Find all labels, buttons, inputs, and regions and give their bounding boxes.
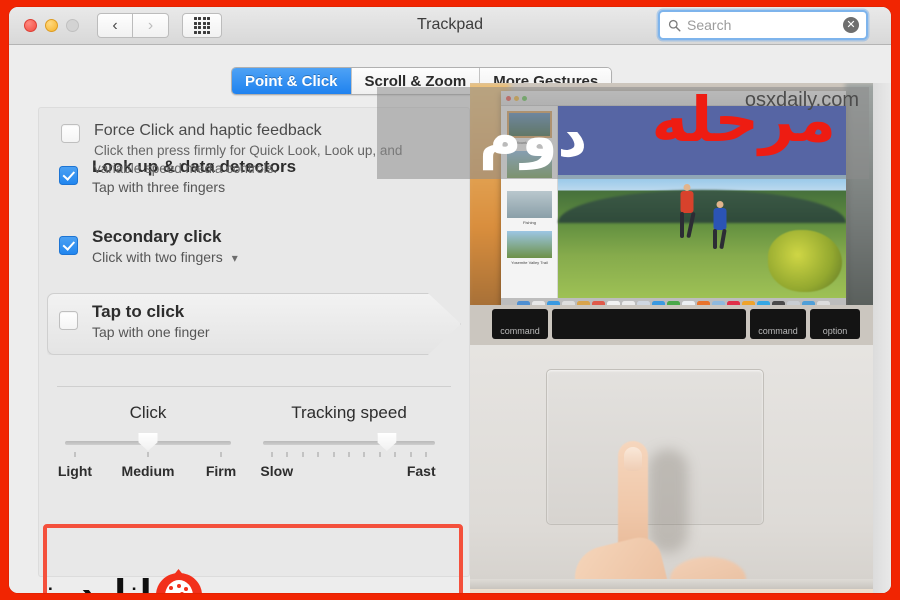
slider-label-medium: Medium [121, 463, 175, 479]
section-divider [57, 386, 451, 387]
option-secondary-click[interactable]: Secondary click Click with two fingers ▾ [59, 226, 238, 267]
key-command[interactable]: command [492, 309, 548, 339]
option-subtitle: Click then press firmly for Quick Look, … [94, 143, 403, 176]
hiker-adult [676, 184, 698, 244]
window-body: Point & Click Scroll & Zoom More Gesture… [9, 45, 891, 593]
search-field[interactable]: ✕ [658, 10, 868, 40]
slider-title: Tracking speed [291, 403, 407, 422]
option-subtitle: Tap with one finger [92, 324, 210, 340]
checkbox-secondary-click[interactable] [59, 236, 78, 255]
checkbox-force-click[interactable] [61, 124, 80, 143]
overlay-text-red: مرحله [651, 83, 836, 156]
window-right-margin [873, 83, 891, 593]
slider-ticks [263, 452, 435, 459]
slider-track [263, 441, 435, 445]
hill-silhouette [558, 190, 846, 224]
key-option[interactable]: option [810, 309, 860, 339]
slider-tracking-speed[interactable] [263, 433, 435, 451]
slider-label-slow: Slow [260, 463, 294, 479]
slider-click[interactable] [65, 433, 231, 451]
hiker-child [710, 201, 729, 250]
overlay-text-white: دوم [479, 102, 588, 170]
brand-name: اناردونی [9, 573, 152, 593]
slider-tracking-speed-block: Tracking speed Slow Fast [260, 403, 436, 481]
option-subtitle: Click with two fingers [92, 249, 223, 265]
slider-label-fast: Fast [406, 463, 436, 479]
tab-point-and-click[interactable]: Point & Click [232, 68, 352, 94]
finger-shadow [648, 449, 688, 553]
option-subtitle: Tap with three fingers [92, 179, 226, 195]
slider-labels: Slow Fast [260, 463, 436, 481]
option-force-click[interactable]: Force Click and haptic feedback Click th… [61, 120, 424, 178]
yellow-bush [768, 230, 842, 292]
key-space[interactable] [552, 309, 746, 339]
thumb-caption: Fishing [523, 220, 536, 225]
keyboard-row: command command option [470, 305, 891, 345]
search-icon [668, 19, 681, 32]
brand-watermark: اناردونی [9, 569, 202, 593]
slider-ticks [65, 452, 231, 459]
macbook-palmrest [470, 345, 891, 593]
window-titlebar: ‹ › Trackpad ✕ [9, 7, 891, 45]
key-command[interactable]: command [750, 309, 806, 339]
checkbox-tap-to-click[interactable] [59, 311, 78, 330]
screenshot-root: ‹ › Trackpad ✕ [0, 0, 900, 600]
slider-label-light: Light [57, 463, 93, 479]
desk-surface [470, 589, 891, 593]
slider-title: Click [129, 403, 167, 422]
slider-label-firm: Firm [205, 463, 237, 479]
clear-search-icon[interactable]: ✕ [843, 17, 859, 33]
slider-thumb[interactable] [138, 433, 158, 451]
fingernail [624, 447, 642, 471]
search-input[interactable] [687, 17, 827, 33]
option-title: Tap to click [92, 302, 185, 321]
option-tap-to-click[interactable]: Tap to click Tap with one finger [59, 301, 210, 342]
option-title: Secondary click [92, 227, 222, 246]
slider-labels: Light Medium Firm [58, 463, 236, 481]
chevron-down-icon[interactable]: ▾ [232, 251, 238, 265]
slider-click-block: Click Light Medium Firm [58, 403, 236, 481]
option-title: Force Click and haptic feedback [94, 122, 322, 139]
slider-thumb[interactable] [377, 433, 397, 451]
macbook-front-edge [470, 579, 891, 589]
thumb-caption: Yosemite Valley Trail [511, 260, 548, 265]
pomegranate-icon [155, 569, 202, 593]
system-preferences-window: ‹ › Trackpad ✕ [9, 7, 891, 593]
